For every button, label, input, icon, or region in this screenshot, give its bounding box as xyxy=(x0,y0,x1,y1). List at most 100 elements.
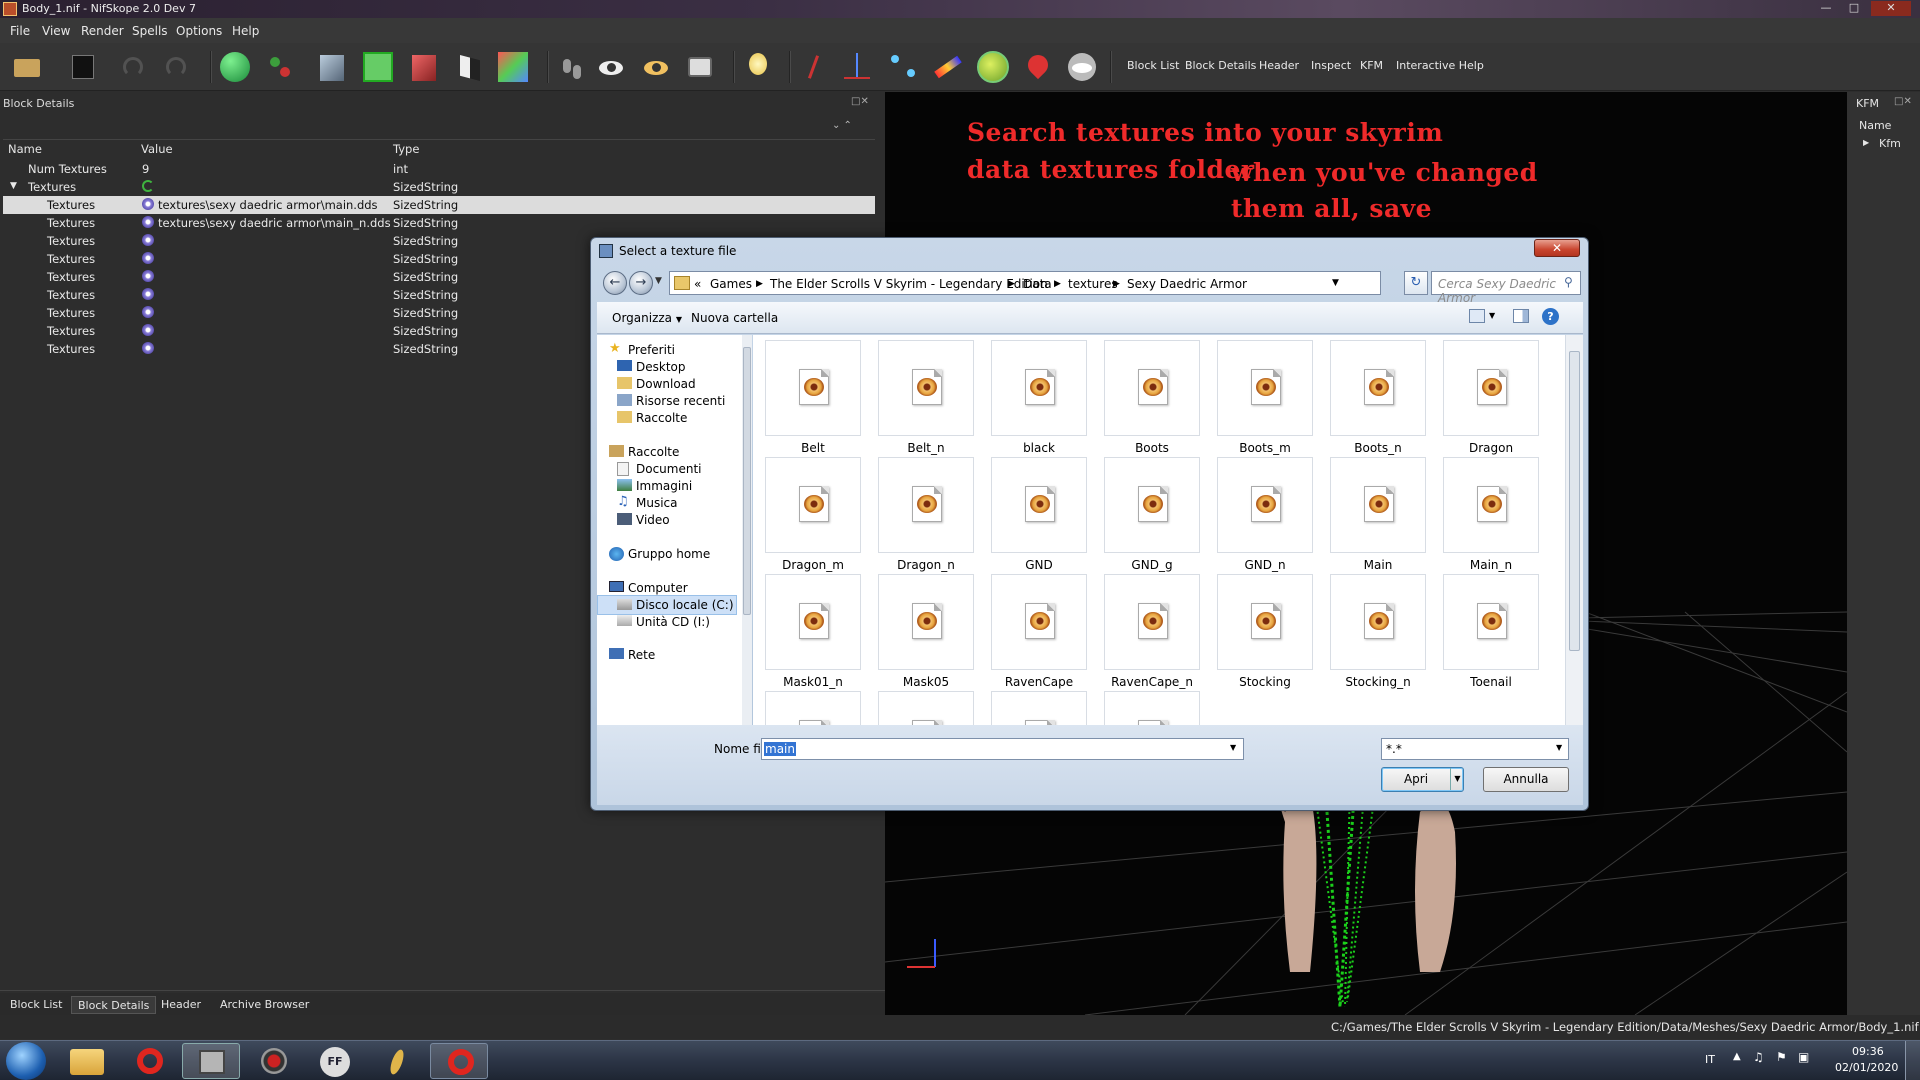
file-item[interactable]: RavenCape xyxy=(991,574,1087,689)
file-item[interactable]: Belt xyxy=(765,340,861,455)
file-item[interactable] xyxy=(1104,691,1200,725)
file-item[interactable]: Belt_n xyxy=(878,340,974,455)
search-box[interactable]: Cerca Sexy Daedric Armor ⚲ xyxy=(1431,271,1581,305)
texture-file-icon[interactable] xyxy=(142,324,154,338)
camera-icon[interactable] xyxy=(682,49,718,85)
tab-block-list[interactable]: Block List xyxy=(4,996,68,1014)
texture-file-icon[interactable] xyxy=(142,306,154,320)
cancel-button[interactable]: Annulla xyxy=(1483,767,1569,792)
location-pin-icon[interactable] xyxy=(1020,49,1056,85)
breadcrumb-data[interactable]: Data xyxy=(1023,277,1052,291)
texture-file-icon[interactable] xyxy=(142,342,154,356)
nav-video[interactable]: Video xyxy=(597,510,737,530)
file-type-select[interactable]: *.* ▼ xyxy=(1381,738,1569,760)
language-indicator[interactable]: IT xyxy=(1705,1053,1715,1066)
show-desktop-button[interactable] xyxy=(1905,1041,1920,1080)
forward-button[interactable]: → xyxy=(629,271,653,295)
breadcrumb-separator-icon[interactable]: ▶ xyxy=(1008,279,1015,289)
file-grid-scrollbar[interactable] xyxy=(1565,335,1583,725)
search-icon[interactable]: ⚲ xyxy=(1564,275,1573,289)
file-item[interactable]: Mask01_n xyxy=(765,574,861,689)
tab-header[interactable]: Header xyxy=(155,996,207,1014)
file-item[interactable]: Dragon_n xyxy=(878,457,974,572)
texture-file-icon[interactable] xyxy=(142,288,154,302)
address-dropdown-icon[interactable]: ▼ xyxy=(1332,278,1339,288)
close-button[interactable]: ✕ xyxy=(1871,1,1911,16)
start-button[interactable] xyxy=(6,1042,46,1080)
toolbar-link-kfm[interactable]: KFM xyxy=(1360,59,1383,72)
texture-file-icon[interactable] xyxy=(142,234,154,248)
minimize-button[interactable]: — xyxy=(1815,1,1837,16)
texture-file-icon[interactable] xyxy=(142,216,154,230)
flag-icon[interactable]: ⚑ xyxy=(1776,1050,1787,1064)
toolbar-link-interactive-help[interactable]: Interactive Help xyxy=(1396,59,1484,72)
network-tray-icon[interactable]: ▣ xyxy=(1798,1050,1809,1064)
open-dropdown-icon[interactable]: ▼ xyxy=(1450,768,1464,790)
organize-button[interactable]: Organizza ▼ xyxy=(612,311,682,325)
history-dropdown-icon[interactable]: ▼ xyxy=(655,276,662,286)
breadcrumb-overflow[interactable]: « xyxy=(694,277,701,291)
texture-file-icon[interactable] xyxy=(142,198,154,212)
breadcrumb-sexy-daedric-armor[interactable]: Sexy Daedric Armor xyxy=(1127,277,1247,291)
refresh-icon[interactable] xyxy=(142,180,154,195)
view-options-icon[interactable] xyxy=(1469,309,1485,323)
eye-icon[interactable] xyxy=(593,49,629,85)
nav-homegroup[interactable]: Gruppo home xyxy=(597,544,737,564)
breadcrumb-games[interactable]: Games xyxy=(710,277,752,291)
view-dropdown-icon[interactable]: ▼ xyxy=(1489,311,1495,320)
tab-block-details[interactable]: Block Details xyxy=(71,996,157,1014)
toolbar-link-header[interactable]: Header xyxy=(1259,59,1299,72)
menu-options[interactable]: Options xyxy=(176,24,222,38)
opera-task-icon[interactable] xyxy=(430,1043,488,1079)
hidden-eye-icon[interactable] xyxy=(1064,49,1100,85)
panel-float-icon[interactable]: □✕ xyxy=(1894,96,1912,107)
maximize-button[interactable]: □ xyxy=(1843,1,1865,16)
help-icon[interactable]: ? xyxy=(1542,308,1559,325)
kfm-tree-item[interactable]: Kfm xyxy=(1879,137,1901,150)
menu-file[interactable]: File xyxy=(10,24,30,38)
file-item[interactable] xyxy=(765,691,861,725)
file-item[interactable]: Stocking_n xyxy=(1330,574,1426,689)
menu-view[interactable]: View xyxy=(42,24,70,38)
tree-row[interactable]: Num Textures 9 int xyxy=(3,160,875,178)
tangents-icon[interactable] xyxy=(975,49,1011,85)
tree-row-selected[interactable]: Textures textures\sexy daedric armor\mai… xyxy=(3,196,875,214)
nifskope-task-icon[interactable] xyxy=(182,1043,240,1079)
panel-float-icon[interactable]: □✕ xyxy=(851,96,869,107)
explorer-icon[interactable] xyxy=(58,1043,116,1079)
file-item[interactable]: RavenCape_n xyxy=(1104,574,1200,689)
menu-render[interactable]: Render xyxy=(81,24,124,38)
breadcrumb-separator-icon[interactable]: ▶ xyxy=(756,279,763,289)
tree-row[interactable]: Textures textures\sexy daedric armor\mai… xyxy=(3,214,875,232)
file-item[interactable]: Mask05 xyxy=(878,574,974,689)
texture-file-icon[interactable] xyxy=(142,270,154,284)
select-vertex-icon[interactable] xyxy=(262,49,298,85)
undo-icon[interactable] xyxy=(115,49,151,85)
column-header-type[interactable]: Type xyxy=(393,142,419,156)
nav-pane-scrollbar[interactable] xyxy=(742,335,752,725)
toolbar-link-block-list[interactable]: Block List xyxy=(1127,59,1179,72)
nav-collections[interactable]: Raccolte xyxy=(597,408,737,428)
select-object-icon[interactable] xyxy=(217,49,253,85)
axes-node-icon[interactable] xyxy=(796,49,832,85)
ffdec-icon[interactable]: FF xyxy=(306,1043,364,1079)
back-button[interactable]: ← xyxy=(603,271,627,295)
breadcrumb-skyrim[interactable]: The Elder Scrolls V Skyrim - Legendary E… xyxy=(770,277,1048,291)
file-item[interactable]: Main xyxy=(1330,457,1426,572)
axes-icon[interactable] xyxy=(840,49,876,85)
file-item[interactable]: GND_n xyxy=(1217,457,1313,572)
open-icon[interactable] xyxy=(10,49,46,85)
volume-icon[interactable]: ♫ xyxy=(1753,1050,1764,1064)
save-icon[interactable] xyxy=(66,49,102,85)
file-item[interactable]: GND xyxy=(991,457,1087,572)
nav-cd-drive[interactable]: Unità CD (I:) xyxy=(597,612,737,632)
file-item[interactable]: Boots xyxy=(1104,340,1200,455)
new-folder-button[interactable]: Nuova cartella xyxy=(691,311,778,325)
texture-file-icon[interactable] xyxy=(142,252,154,266)
column-header-value[interactable]: Value xyxy=(141,142,173,156)
toolbar-link-inspect[interactable]: Inspect xyxy=(1311,59,1351,72)
tree-row[interactable]: ▼ Textures SizedString xyxy=(3,178,875,196)
app-gear-icon[interactable] xyxy=(244,1043,302,1079)
breadcrumb-separator-icon[interactable]: ▶ xyxy=(1054,279,1061,289)
normals-icon[interactable] xyxy=(930,49,966,85)
